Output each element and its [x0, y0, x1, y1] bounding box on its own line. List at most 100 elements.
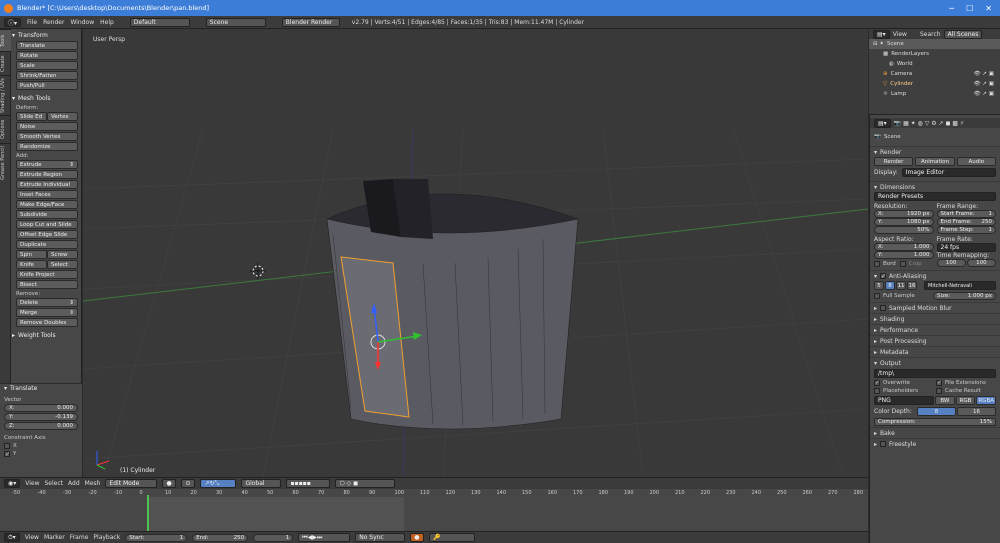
menu-render[interactable]: Render — [43, 19, 64, 26]
animation-button[interactable]: Animation — [915, 157, 955, 166]
record-button[interactable]: ● — [410, 533, 425, 542]
subdivide-button[interactable]: Subdivide — [16, 210, 78, 219]
aa-samples-16[interactable]: 16 — [907, 281, 917, 290]
extrude-dropdown[interactable]: Extrude ⇕ — [16, 160, 78, 169]
metadata-section-header[interactable]: ▸ Metadata — [870, 346, 1000, 357]
knife-select-button[interactable]: Select — [47, 260, 78, 269]
tab-create[interactable]: Create — [0, 51, 11, 75]
end-frame-prop-field[interactable]: End Frame: 250 — [936, 218, 996, 226]
color-bw-button[interactable]: BW — [935, 396, 955, 405]
vertex-slide-button[interactable]: Vertex — [47, 112, 78, 121]
playback-controls[interactable]: ⏮◀▶⏭ — [298, 533, 351, 542]
randomize-button[interactable]: Randomize — [16, 142, 78, 151]
transform-header[interactable]: ▾ Transform — [12, 31, 82, 40]
frame-step-field[interactable]: Frame Step: 1 — [936, 226, 996, 234]
file-extensions-checkbox[interactable]: ✓ File Extensions — [936, 380, 996, 386]
push-pull-button[interactable]: Push/Pull — [16, 81, 78, 90]
aa-size-field[interactable]: Size: 1.000 px — [933, 292, 996, 300]
sync-select[interactable]: No Sync — [355, 533, 406, 542]
viewport-menu-select[interactable]: Select — [45, 480, 64, 487]
outliner-menu-search[interactable]: Search — [920, 31, 941, 38]
shading-select[interactable]: ● — [162, 479, 177, 488]
slide-edge-button[interactable]: Slide Ed — [16, 112, 47, 121]
aa-samples-5[interactable]: 5 — [874, 281, 884, 290]
compression-slider[interactable]: Compression: 15% — [874, 418, 996, 426]
noise-button[interactable]: Noise — [16, 122, 78, 131]
remove-doubles-button[interactable]: Remove Doubles — [16, 318, 78, 327]
smooth-vertex-button[interactable]: Smooth Vertex — [16, 132, 78, 141]
translate-button[interactable]: Translate — [16, 41, 78, 50]
viewport-editor-type-button[interactable]: ◉▾ — [4, 479, 21, 488]
render-presets-select[interactable]: Render Presets — [874, 192, 996, 201]
timeline-menu-view[interactable]: View — [25, 534, 39, 541]
close-icon[interactable]: ✕ — [985, 4, 992, 13]
timeline-menu-playback[interactable]: Playback — [93, 534, 120, 541]
outliner-editor-type-button[interactable]: ▤▾ — [873, 29, 890, 39]
placeholders-checkbox[interactable]: Placeholders — [874, 388, 934, 394]
color-depth-16-button[interactable]: 16 — [957, 407, 996, 416]
outliner-menu-view[interactable]: View — [893, 31, 907, 38]
duplicate-button[interactable]: Duplicate — [16, 240, 78, 249]
visibility-icons[interactable]: 👁 ➚ ▣ — [974, 81, 1000, 87]
menu-help[interactable]: Help — [100, 19, 114, 26]
rotate-button[interactable]: Rotate — [16, 51, 78, 60]
mode-select[interactable]: Edit Mode — [105, 479, 158, 488]
properties-context-tabs[interactable]: 📷 ▦ ✦ ◍ ▽ ⚙ ↗ ◼ ▩ ⚡ — [894, 120, 964, 127]
editor-type-button[interactable]: ⓘ▾ — [4, 17, 22, 27]
render-section-header[interactable]: ▾ Render — [870, 146, 1000, 157]
overwrite-checkbox[interactable]: ✓ Overwrite — [874, 380, 934, 386]
scene-select[interactable]: Scene — [205, 17, 266, 27]
full-sample-checkbox[interactable]: Full Sample — [874, 293, 929, 299]
aa-samples-8[interactable]: 8 — [885, 281, 895, 290]
outliner-renderlayers[interactable]: ▦ RenderLayers — [869, 49, 1000, 59]
constraint-x-checkbox[interactable]: X — [4, 443, 78, 449]
delete-dropdown[interactable]: Delete ⇕ — [16, 298, 78, 307]
anti-aliasing-section-header[interactable]: ▾ ✓ Anti-Aliasing — [870, 270, 1000, 281]
resolution-y-field[interactable]: Y: 1080 px — [874, 218, 934, 226]
outliner-cylinder[interactable]: ▽ Cylinder 👁 ➚ ▣ — [869, 79, 1000, 89]
scale-button[interactable]: Scale — [16, 61, 78, 70]
manipulator-buttons[interactable]: ↗↻⤡ — [200, 479, 237, 488]
output-section-header[interactable]: ▾ Output — [870, 357, 1000, 368]
border-checkbox[interactable]: Bord — [874, 261, 896, 267]
vector-z-field[interactable]: Z: 0.000 — [4, 422, 78, 430]
timeline-menu-frame[interactable]: Frame — [70, 534, 89, 541]
outliner-display-select[interactable]: All Scenes — [943, 29, 983, 39]
frame-rate-select[interactable]: 24 fps — [936, 243, 996, 252]
3d-viewport[interactable]: User Persp (1) Cylinder — [83, 29, 868, 477]
resolution-percentage-field[interactable]: 50% — [874, 226, 934, 234]
current-frame-field[interactable]: 1 — [253, 533, 294, 542]
motion-blur-section-header[interactable]: ▸ Sampled Motion Blur — [870, 302, 1000, 313]
knife-project-button[interactable]: Knife Project — [16, 270, 78, 279]
tab-grease-pencil[interactable]: Grease Pencil — [0, 143, 11, 183]
aspect-x-field[interactable]: X: 1.000 — [874, 243, 934, 251]
resolution-x-field[interactable]: X: 1920 px — [874, 210, 934, 218]
vector-y-field[interactable]: Y: -0.139 — [4, 413, 78, 421]
menu-file[interactable]: File — [27, 19, 37, 26]
vector-x-field[interactable]: X: 0.000 — [4, 404, 78, 412]
timeline-editor-type-button[interactable]: ⏱▾ — [4, 533, 20, 542]
visibility-icons[interactable]: 👁 ➚ ▣ — [974, 91, 1000, 97]
freestyle-section-header[interactable]: ▸ Freestyle — [870, 438, 1000, 449]
start-frame-field[interactable]: Start: 1 — [125, 533, 188, 542]
file-format-select[interactable]: PNG — [874, 396, 934, 405]
outliner-world[interactable]: ◍ World — [869, 59, 1000, 69]
spin-button[interactable]: Spin — [16, 250, 47, 259]
visibility-icons[interactable]: 👁 ➚ ▣ — [974, 71, 1000, 77]
post-processing-section-header[interactable]: ▸ Post Processing — [870, 335, 1000, 346]
outliner-scene[interactable]: ⊟ ✦ Scene — [869, 39, 1000, 49]
viewport-menu-mesh[interactable]: Mesh — [85, 480, 101, 487]
aspect-y-field[interactable]: Y: 1.000 — [874, 251, 934, 259]
output-path-field[interactable]: /tmp\ — [874, 369, 996, 378]
aa-samples-11[interactable]: 11 — [896, 281, 906, 290]
maximize-icon[interactable]: ☐ — [966, 4, 973, 13]
loop-cut-slide-button[interactable]: Loop Cut and Slide — [16, 220, 78, 229]
bake-section-header[interactable]: ▸ Bake — [870, 427, 1000, 438]
knife-button[interactable]: Knife — [16, 260, 47, 269]
render-engine-select[interactable]: Blender Render — [281, 17, 340, 27]
shrink-fatten-button[interactable]: Shrink/Fatten — [16, 71, 78, 80]
end-frame-field[interactable]: End: 250 — [192, 533, 249, 542]
layer-buttons[interactable]: ▪▪▪▪▪ — [286, 479, 331, 488]
pivot-select[interactable]: ⊙ — [181, 479, 196, 488]
constraint-y-checkbox[interactable]: ✓ Y — [4, 451, 78, 458]
